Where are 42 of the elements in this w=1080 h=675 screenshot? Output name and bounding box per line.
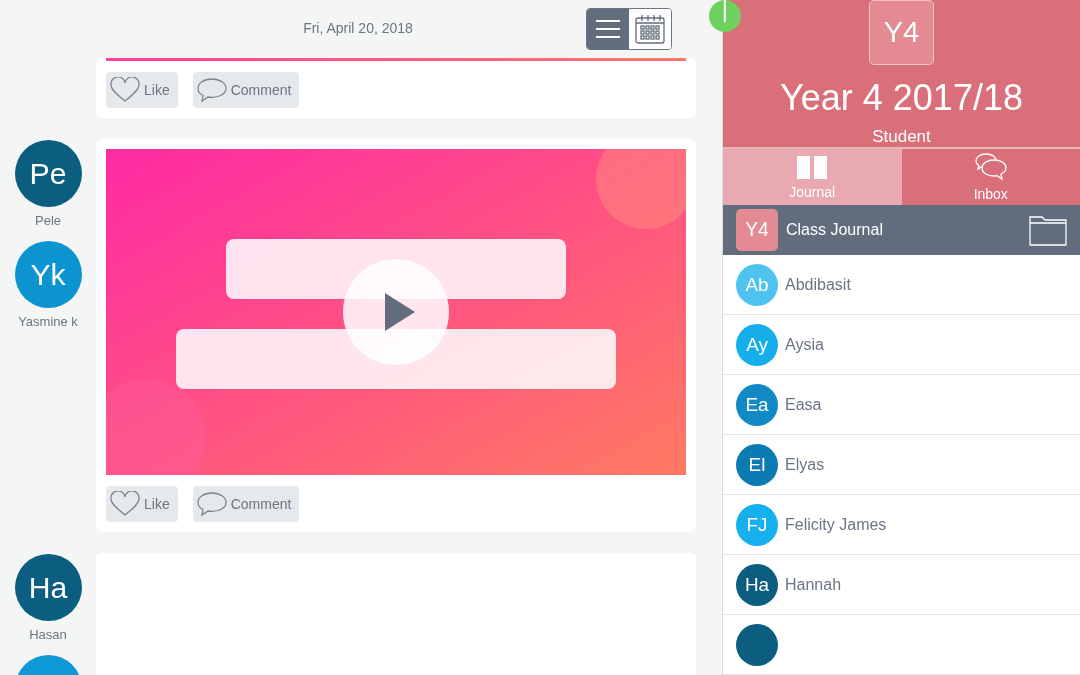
view-toggle-button[interactable] — [629, 9, 671, 49]
avatar: Yk — [14, 241, 82, 308]
author-name: Pele — [35, 213, 61, 228]
avatar: FJ — [736, 503, 778, 546]
avatar: Ha — [736, 563, 778, 606]
class-badge: Y4 — [736, 209, 778, 252]
avatar: Ab — [736, 263, 778, 306]
member-item[interactable]: El Elyas — [723, 435, 1080, 495]
avatar: Ha — [14, 554, 82, 621]
class-title: Year 4 2017/18 — [780, 77, 1023, 119]
class-journal-item[interactable]: Y4 Class Journal — [723, 205, 1080, 255]
member-item[interactable]: Ay Aysia — [723, 315, 1080, 375]
chat-bubbles-icon — [973, 152, 1008, 183]
member-item[interactable]: FJ Felicity James — [723, 495, 1080, 555]
book-icon — [796, 154, 829, 181]
avatar: Pe — [14, 140, 82, 207]
folder-icon[interactable] — [1029, 214, 1067, 247]
menu-icon — [595, 19, 621, 39]
member-item[interactable]: Ab Abdibasit — [723, 255, 1080, 315]
avatar: Ay — [736, 323, 778, 366]
calendar-icon — [634, 13, 666, 45]
view-toggle-button[interactable] — [587, 9, 629, 49]
role-label: Student — [872, 127, 931, 147]
comment-button[interactable]: Comment — [192, 486, 300, 522]
member-item[interactable]: Ha Hannah — [723, 555, 1080, 615]
author-name: Yasmine k — [18, 314, 78, 329]
speech-bubble-icon — [196, 77, 227, 103]
comment-button[interactable]: Comment — [192, 72, 300, 108]
avatar: Ea — [736, 383, 778, 426]
author-name: Hasan — [29, 627, 67, 642]
like-button[interactable]: Like — [106, 486, 178, 522]
speech-bubble-icon — [196, 491, 227, 517]
date-heading: Fri, April 20, 2018 — [303, 20, 413, 36]
member-item[interactable]: Ea Easa — [723, 375, 1080, 435]
heart-icon — [110, 77, 140, 103]
like-button[interactable]: Like — [106, 72, 178, 108]
class-badge: Y4 — [869, 0, 934, 65]
avatar: El — [736, 443, 778, 486]
class-journal-label: Class Journal — [786, 221, 884, 240]
heart-icon — [110, 491, 140, 517]
tab[interactable]: Inbox — [901, 149, 1080, 206]
play-icon[interactable] — [343, 259, 449, 365]
